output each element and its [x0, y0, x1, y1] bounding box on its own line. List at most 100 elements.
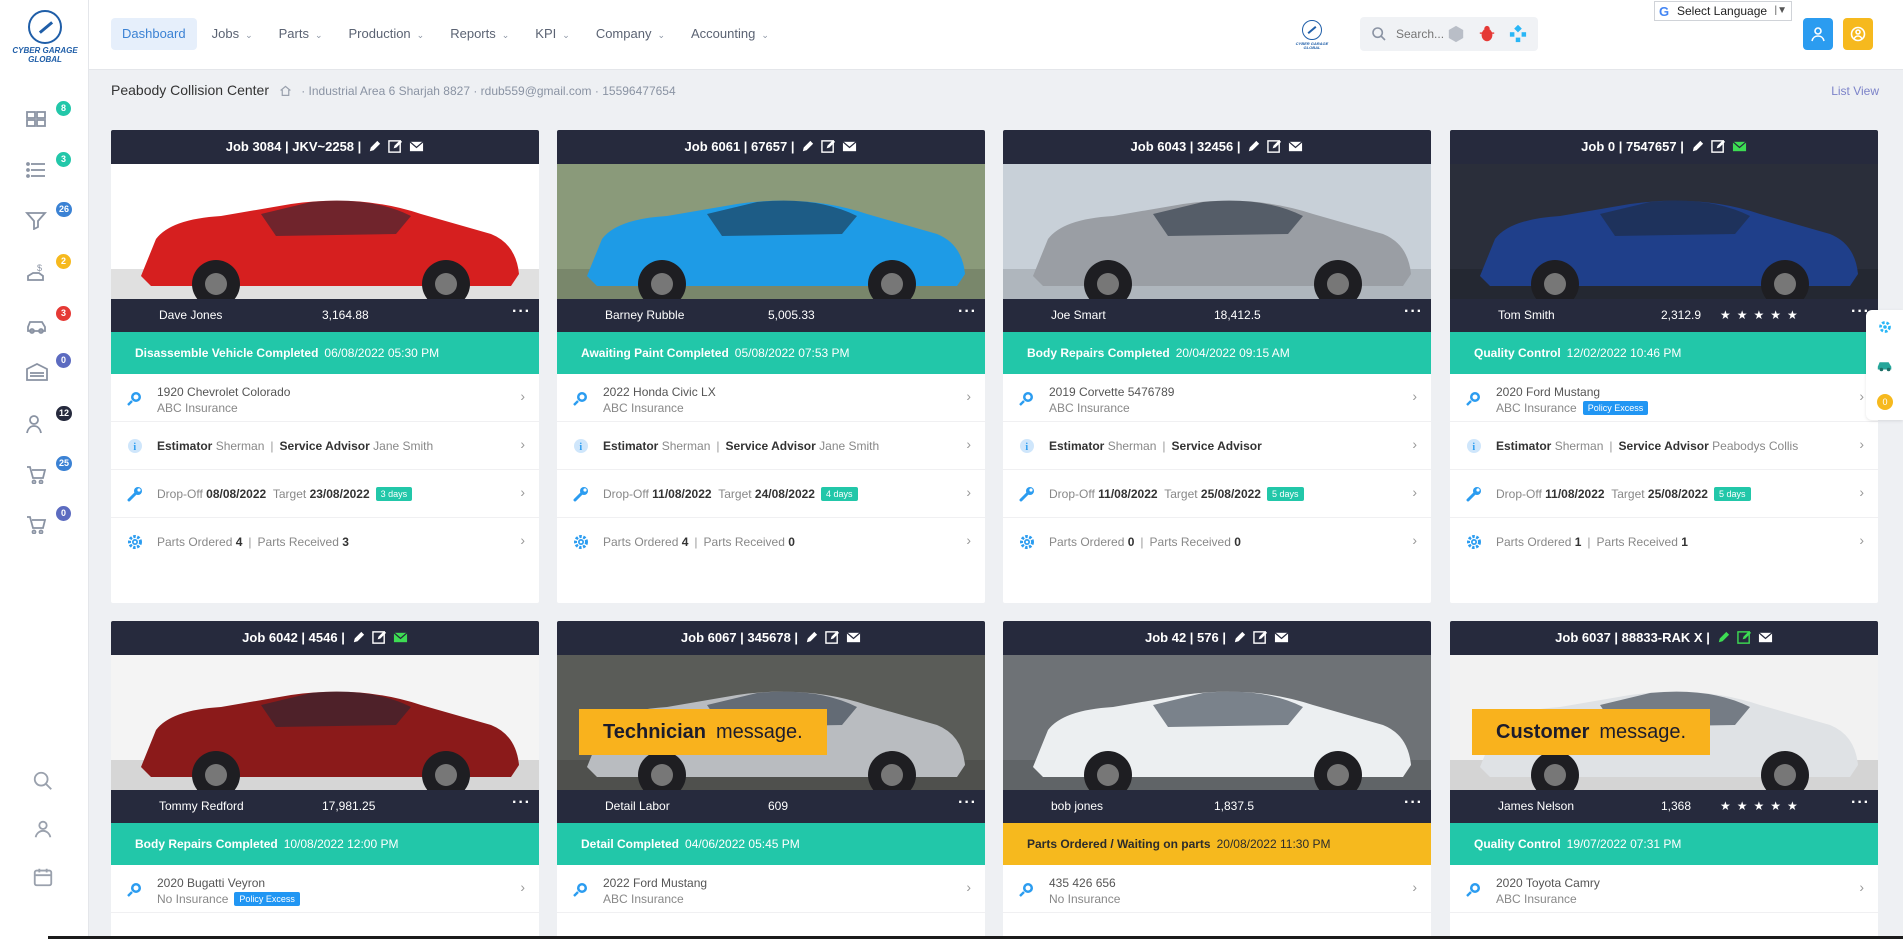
vehicle-row[interactable]: 435 426 656 No Insurance › [1003, 865, 1431, 913]
dates-row[interactable]: Drop-Off 11/08/2022 Target 25/08/2022 5 d… [1003, 470, 1431, 518]
mail-icon[interactable] [1758, 624, 1773, 643]
edit-note-icon[interactable] [1267, 133, 1282, 153]
vehicle-row[interactable]: 2020 Toyota Camry ABC Insurance › [1450, 865, 1878, 913]
mail-icon[interactable] [1288, 133, 1303, 152]
profile-button[interactable] [1803, 18, 1833, 50]
vehicle-photo[interactable]: Customer message. [1450, 655, 1878, 790]
message-banner[interactable]: Technician message. [579, 709, 827, 755]
sidebar-item-parts-cart[interactable]: 26 [22, 202, 73, 238]
more-options-icon[interactable]: ··· [1851, 786, 1870, 819]
search-icon[interactable] [32, 770, 56, 794]
bug-icon[interactable] [1478, 25, 1496, 43]
nav-accounting[interactable]: Accounting ⌄ [680, 18, 780, 50]
mail-icon[interactable] [842, 133, 857, 152]
parts-row[interactable]: Parts Ordered 0 | Parts Received 0 › [1003, 518, 1431, 566]
more-options-icon[interactable]: ··· [1404, 786, 1423, 819]
job-card-header[interactable]: Job 3084 | JKV~2258 | [111, 130, 539, 164]
vehicle-photo[interactable] [1450, 164, 1878, 299]
job-card-header[interactable]: Job 6067 | 345678 | [557, 621, 985, 655]
edit-note-icon[interactable] [821, 133, 836, 153]
vehicle-photo[interactable] [111, 655, 539, 790]
vehicle-row[interactable]: 2020 Ford Mustang ABC Insurance Policy Exc… [1450, 374, 1878, 422]
vehicle-photo[interactable] [1003, 164, 1431, 299]
vehicle-row[interactable]: 2022 Ford Mustang ABC Insurance › [557, 865, 985, 913]
top-logo[interactable]: CYBER GARAGE GLOBAL [1292, 20, 1332, 50]
user-icon[interactable] [32, 818, 56, 842]
nav-kpi[interactable]: KPI ⌄ [524, 18, 581, 50]
list-view-link[interactable]: List View [1831, 84, 1879, 98]
language-select[interactable]: G Select Language |▼ [1654, 1, 1792, 21]
sidebar-item-list[interactable]: 3 [22, 152, 71, 188]
more-options-icon[interactable]: ··· [958, 786, 977, 819]
dates-row[interactable]: Drop-Off 11/08/2022 Target 25/08/2022 5 d… [1450, 470, 1878, 518]
staff-row[interactable]: i Estimator Sherman | Service Advisor Jane … [111, 422, 539, 470]
job-card-header[interactable]: Job 42 | 576 | [1003, 621, 1431, 655]
staff-row[interactable]: i Estimator Sherman | Service Advisor Jane … [557, 422, 985, 470]
vehicle-row[interactable]: 1920 Chevrolet Colorado ABC Insurance › [111, 374, 539, 422]
nav-jobs[interactable]: Jobs ⌄ [201, 18, 264, 50]
dates-row[interactable]: Drop-Off 11/08/2022 Target 24/08/2022 4 d… [557, 470, 985, 518]
notifications-button[interactable] [1843, 18, 1873, 50]
sidebar-item-cart-2[interactable]: 0 [22, 506, 71, 542]
message-banner[interactable]: Customer message. [1472, 709, 1711, 755]
gear-icon[interactable] [1876, 318, 1894, 336]
home-icon[interactable] [279, 84, 295, 98]
sidebar-item-payments[interactable]: $2 [22, 254, 71, 290]
edit-icon[interactable] [1690, 133, 1705, 152]
mail-icon[interactable] [1274, 624, 1289, 643]
calendar-icon[interactable] [32, 866, 56, 890]
job-card[interactable]: Job 6067 | 345678 | Technician message. Det… [557, 621, 985, 939]
more-options-icon[interactable]: ··· [958, 295, 977, 328]
more-options-icon[interactable]: ··· [512, 786, 531, 819]
edit-note-icon[interactable] [1253, 624, 1268, 644]
vehicle-row[interactable]: 2020 Bugatti Veyron No Insurance Policy Ex… [111, 865, 539, 913]
edit-icon[interactable] [367, 133, 382, 152]
more-options-icon[interactable]: ··· [512, 295, 531, 328]
car-icon[interactable] [1876, 356, 1894, 374]
mail-icon[interactable] [846, 624, 861, 643]
parts-row[interactable]: Parts Ordered 4 | Parts Received 3 › [111, 518, 539, 566]
nav-dashboard[interactable]: Dashboard [111, 18, 197, 50]
edit-note-icon[interactable] [1711, 133, 1726, 153]
job-card-header[interactable]: Job 6043 | 32456 | [1003, 130, 1431, 164]
edit-icon[interactable] [1716, 624, 1731, 643]
job-card[interactable]: Job 6061 | 67657 | Barney Rubble 5,005.33 ·… [557, 130, 985, 603]
dates-row[interactable]: Drop-Off 08/08/2022 Target 23/08/2022 3 d… [111, 470, 539, 518]
nav-parts[interactable]: Parts ⌄ [268, 18, 334, 50]
edit-icon[interactable] [800, 133, 815, 152]
sidebar-item-users[interactable]: 12 [22, 406, 73, 442]
sidebar-item-garage[interactable]: 0 [22, 353, 71, 389]
edit-note-icon[interactable] [825, 624, 840, 644]
vehicle-photo[interactable] [557, 164, 985, 299]
more-options-icon[interactable]: ··· [1404, 295, 1423, 328]
vehicle-row[interactable]: 2022 Honda Civic LX ABC Insurance › [557, 374, 985, 422]
edit-note-icon[interactable] [388, 133, 403, 153]
staff-row[interactable]: i Estimator Sherman | Service Advisor Peabo… [1450, 422, 1878, 470]
sidebar-item-vehicles[interactable]: 3 [22, 306, 71, 342]
company-logo[interactable]: CYBER GARAGE GLOBAL [6, 10, 84, 66]
job-card-header[interactable]: Job 0 | 7547657 | [1450, 130, 1878, 164]
mail-icon[interactable] [393, 624, 408, 643]
nav-production[interactable]: Production ⌄ [338, 18, 436, 50]
staff-row[interactable]: i Estimator Sherman | Service Advisor › [1003, 422, 1431, 470]
mail-icon[interactable] [409, 133, 424, 152]
job-card-header[interactable]: Job 6042 | 4546 | [111, 621, 539, 655]
job-card[interactable]: Job 0 | 7547657 | Tom Smith 2,312.9 ★★★★★ ··… [1450, 130, 1878, 603]
parts-row[interactable]: Parts Ordered 1 | Parts Received 1 › [1450, 518, 1878, 566]
job-card-header[interactable]: Job 6037 | 88833-RAK X | [1450, 621, 1878, 655]
job-card[interactable]: Job 42 | 576 | bob jones 1,837.5 ··· Parts O… [1003, 621, 1431, 939]
job-card[interactable]: Job 6043 | 32456 | Joe Smart 18,412.5 ··· Bo… [1003, 130, 1431, 603]
job-card[interactable]: Job 3084 | JKV~2258 | Dave Jones 3,164.88 ·… [111, 130, 539, 603]
vehicle-photo[interactable] [1003, 655, 1431, 790]
hexagon-icon[interactable] [1447, 25, 1465, 43]
mail-icon[interactable] [1732, 133, 1747, 152]
sidebar-item-cart[interactable]: 25 [22, 456, 73, 492]
job-card-header[interactable]: Job 6061 | 67657 | [557, 130, 985, 164]
nav-reports[interactable]: Reports ⌄ [439, 18, 520, 50]
apps-icon[interactable] [1509, 24, 1527, 43]
vehicle-photo[interactable]: Technician message. [557, 655, 985, 790]
nav-company[interactable]: Company ⌄ [585, 18, 676, 50]
vehicle-row[interactable]: 2019 Corvette 5476789 ABC Insurance › [1003, 374, 1431, 422]
sidebar-item-dashboard[interactable]: 8 [22, 101, 71, 137]
edit-note-icon[interactable] [1737, 624, 1752, 644]
